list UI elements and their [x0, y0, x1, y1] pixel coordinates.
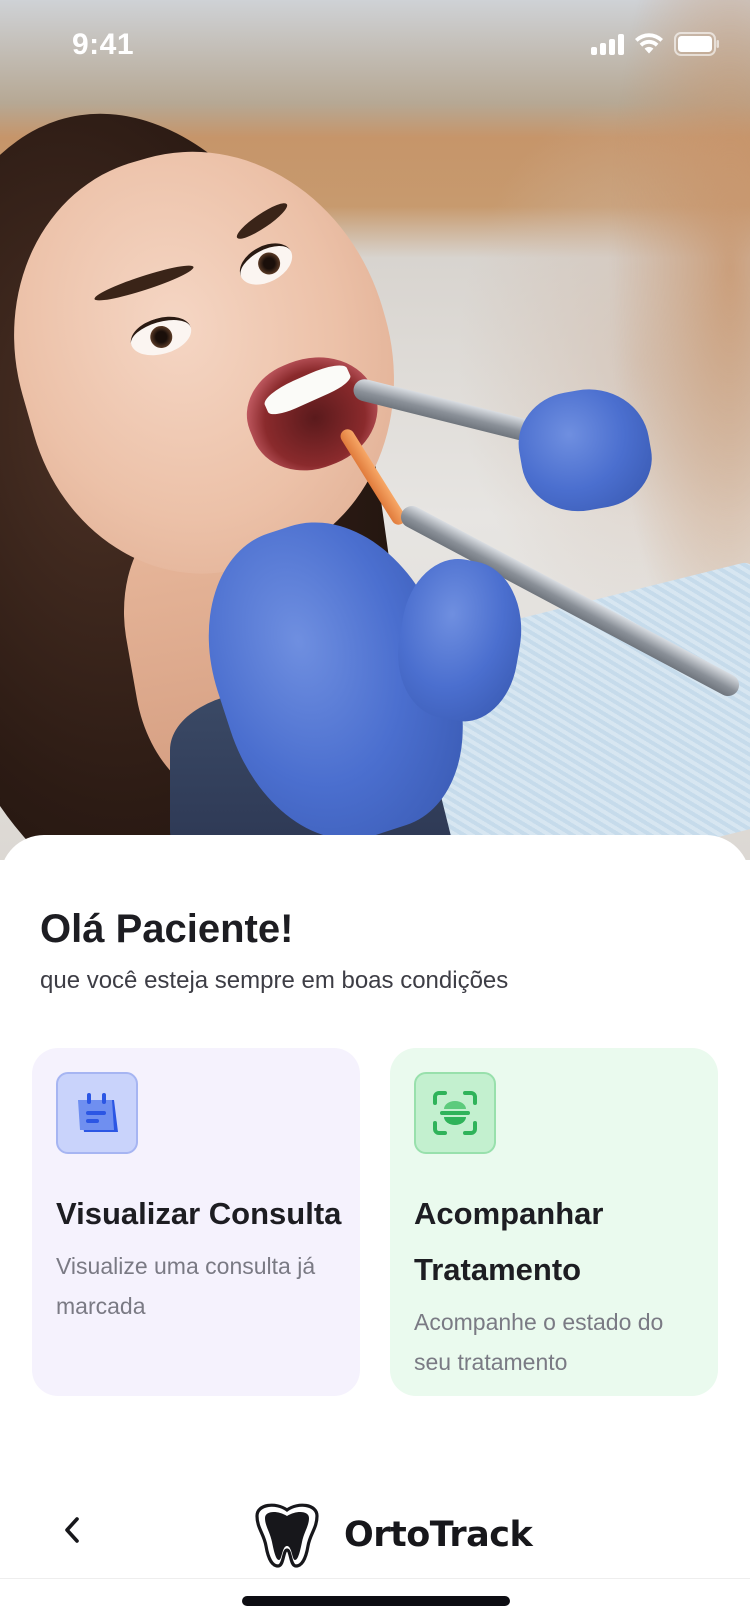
brand: OrtoTrack	[244, 1500, 533, 1570]
hero-photo	[0, 0, 750, 860]
card-description: Visualize uma consulta já marcada	[56, 1253, 316, 1319]
bottom-nav: OrtoTrack	[0, 1490, 750, 1580]
card-title: Visualizar Consulta	[56, 1196, 342, 1231]
scan-tooth-icon	[433, 1091, 477, 1135]
scan-tooth-icon-box	[414, 1072, 496, 1154]
card-title: Acompanhar Tratamento	[414, 1196, 604, 1287]
card-description: Acompanhe o estado do seu tratamento	[414, 1309, 664, 1375]
tooth-logo	[255, 1503, 319, 1568]
calendar-icon	[78, 1093, 118, 1132]
view-appointment-card[interactable]: Visualizar Consulta Visualize uma consul…	[32, 1048, 360, 1396]
screen: 9:41 Olá Paciente! que você esteja sempr…	[0, 0, 750, 1624]
nav-divider	[0, 1578, 750, 1579]
status-time: 9:41	[72, 28, 135, 61]
status-icons	[591, 32, 720, 56]
battery-icon	[674, 32, 720, 56]
track-treatment-card[interactable]: Acompanhar Tratamento Acompanhe o estado…	[390, 1048, 718, 1396]
greeting-title: Olá Paciente!	[40, 907, 294, 951]
chevron-left-icon	[65, 1517, 79, 1543]
status-bar: 9:41	[0, 0, 750, 92]
greeting-subtitle: que você esteja sempre em boas condições	[40, 967, 509, 994]
calendar-icon-box	[56, 1072, 138, 1154]
brand-name: OrtoTrack	[344, 1515, 533, 1555]
signal-icon	[591, 33, 624, 55]
wifi-icon	[634, 33, 664, 55]
home-indicator[interactable]	[242, 1596, 510, 1606]
back-button[interactable]	[52, 1510, 92, 1550]
